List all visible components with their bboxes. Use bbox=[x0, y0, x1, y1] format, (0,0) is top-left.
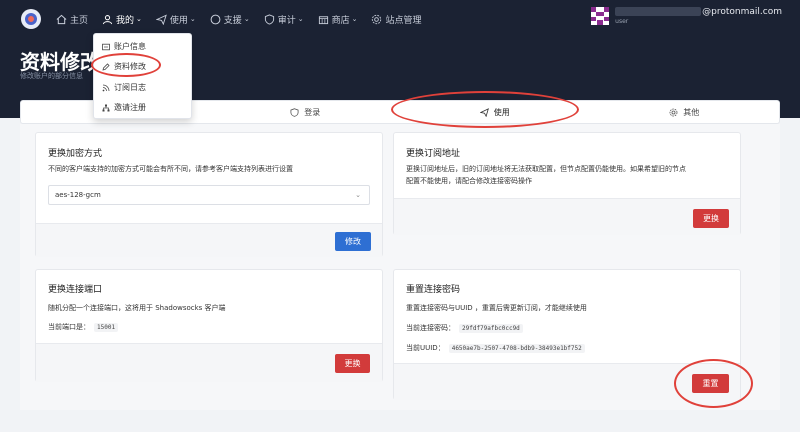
nav-label: 支援 bbox=[223, 15, 242, 26]
card-footer: 更换 bbox=[36, 343, 382, 382]
menu-item-label: 订阅日志 bbox=[114, 83, 146, 92]
shield-icon bbox=[290, 107, 299, 117]
page-subtitle: 修改账户的部分信息 bbox=[20, 72, 83, 80]
nav-label: 主页 bbox=[70, 15, 89, 26]
menu-item-subscription-log[interactable]: 订阅日志 bbox=[102, 82, 146, 93]
current-password-label: 当前连接密码： bbox=[406, 324, 455, 332]
nav-item-home[interactable]: 主页 bbox=[56, 0, 88, 38]
nav-item-store[interactable]: 商店 ⌄ bbox=[318, 0, 358, 38]
current-password-value: 29fdf79afbc0cc9d bbox=[459, 324, 523, 333]
tab-label: 其他 bbox=[683, 107, 700, 117]
nav-label: 审计 bbox=[277, 15, 296, 26]
card-port: 更换连接端口 随机分配一个连接端口，这将用于 Shadowsocks 客户端 当… bbox=[35, 269, 383, 382]
card-subscription-url: 更换订阅地址 更换订阅地址后，旧的订阅地址将无法获取配置，但节点配置仍能使用。如… bbox=[393, 132, 741, 235]
card-footer: 修改 bbox=[36, 223, 382, 257]
change-subscription-button[interactable]: 更换 bbox=[693, 209, 729, 228]
annotation-circle-tab bbox=[391, 91, 579, 128]
annotation-circle-reset bbox=[674, 359, 753, 408]
card-encryption: 更换加密方式 不同的客户端支持的加密方式可能会有所不同，请参考客户端支持列表进行… bbox=[35, 132, 383, 257]
select-value: aes-128-gcm bbox=[55, 191, 101, 199]
card-title: 更换加密方式 bbox=[48, 149, 103, 159]
nav-label: 使用 bbox=[169, 15, 188, 26]
rss-icon bbox=[102, 84, 110, 91]
avatar bbox=[591, 7, 610, 25]
annotation-circle-menu bbox=[91, 53, 161, 77]
user-role: user bbox=[615, 18, 629, 25]
current-port-label: 当前端口是： bbox=[48, 323, 90, 331]
nav-item-audit[interactable]: 审计 ⌄ bbox=[264, 0, 304, 38]
tab-content-usage: 更换加密方式 不同的客户端支持的加密方式可能会有所不同，请参考客户端支持列表进行… bbox=[20, 124, 780, 410]
chevron-down-icon: ⌄ bbox=[189, 15, 196, 23]
shield-icon bbox=[264, 13, 274, 25]
nav-item-admin[interactable]: 站点管理 bbox=[371, 0, 421, 38]
card-title: 更换连接端口 bbox=[48, 285, 103, 295]
card-description-line1: 更换订阅地址后，旧的订阅地址将无法获取配置，但节点配置仍能使用。如果希望旧的节点 bbox=[406, 165, 686, 173]
current-uuid-row: 当前UUID： 4650ae7b-2507-4708-bdb9-38493e1bf… bbox=[406, 343, 585, 354]
chevron-down-icon: ⌄ bbox=[351, 15, 358, 23]
nav-label: 站点管理 bbox=[385, 15, 422, 26]
chevron-down-icon: ⌄ bbox=[297, 15, 304, 23]
send-icon bbox=[155, 14, 167, 25]
tab-other[interactable]: 其他 bbox=[590, 101, 780, 123]
current-port-row: 当前端口是： 15001 bbox=[48, 322, 119, 333]
nav-label: 商店 bbox=[331, 15, 350, 26]
tab-label: 登录 bbox=[304, 107, 321, 117]
id-card-icon bbox=[102, 43, 110, 50]
change-port-button[interactable]: 更换 bbox=[335, 354, 370, 373]
card-description: 不同的客户端支持的加密方式可能会有所不同，请参考客户端支持列表进行设置 bbox=[48, 165, 293, 173]
user-icon bbox=[102, 14, 113, 24]
current-uuid-label: 当前UUID： bbox=[406, 344, 445, 352]
chevron-down-icon: ⌄ bbox=[355, 191, 361, 199]
card-description: 随机分配一个连接端口，这将用于 Shadowsocks 客户端 bbox=[48, 304, 226, 312]
nav-item-support[interactable]: 支援 ⌄ bbox=[210, 0, 250, 38]
nav-label: 我的 bbox=[116, 15, 135, 26]
menu-item-label: 邀请注册 bbox=[114, 103, 146, 112]
network-icon bbox=[102, 104, 110, 111]
current-password-row: 当前连接密码： 29fdf79afbc0cc9d bbox=[406, 323, 523, 334]
card-description: 重置连接密码与UUID ，重置后需更新订阅，才能继续使用 bbox=[406, 304, 587, 312]
current-port-value: 15001 bbox=[94, 323, 119, 332]
user-menu[interactable]: @protonmail.com user bbox=[591, 7, 782, 25]
gear-icon bbox=[372, 14, 382, 24]
card-title: 重置连接密码 bbox=[406, 285, 461, 295]
help-icon bbox=[210, 14, 221, 24]
my-dropdown-menu: 账户信息 资料修改 订阅日志 邀请注册 bbox=[93, 33, 192, 119]
redacted-block bbox=[615, 7, 702, 16]
home-icon bbox=[56, 14, 67, 24]
menu-item-invite[interactable]: 邀请注册 bbox=[102, 102, 146, 113]
current-uuid-value: 4650ae7b-2507-4708-bdb9-38493e1bf752 bbox=[448, 344, 585, 353]
modify-button[interactable]: 修改 bbox=[335, 232, 371, 251]
card-footer: 更换 bbox=[394, 198, 740, 235]
menu-item-label: 账户信息 bbox=[114, 42, 146, 51]
card-description-line2: 配置不能使用，请配合修改连接密码操作 bbox=[406, 177, 532, 185]
gear-icon bbox=[669, 108, 678, 116]
chevron-down-icon: ⌄ bbox=[243, 15, 250, 23]
store-icon bbox=[318, 15, 328, 24]
card-title: 更换订阅地址 bbox=[406, 149, 461, 159]
chevron-down-icon: ⌄ bbox=[136, 15, 142, 23]
user-email: @protonmail.com bbox=[615, 7, 782, 17]
encryption-select[interactable]: aes-128-gcm ⌄ bbox=[48, 185, 370, 205]
site-logo[interactable] bbox=[21, 9, 41, 29]
logo-icon bbox=[25, 13, 37, 25]
menu-item-account-info[interactable]: 账户信息 bbox=[102, 41, 146, 52]
tab-login[interactable]: 登录 bbox=[211, 101, 401, 123]
